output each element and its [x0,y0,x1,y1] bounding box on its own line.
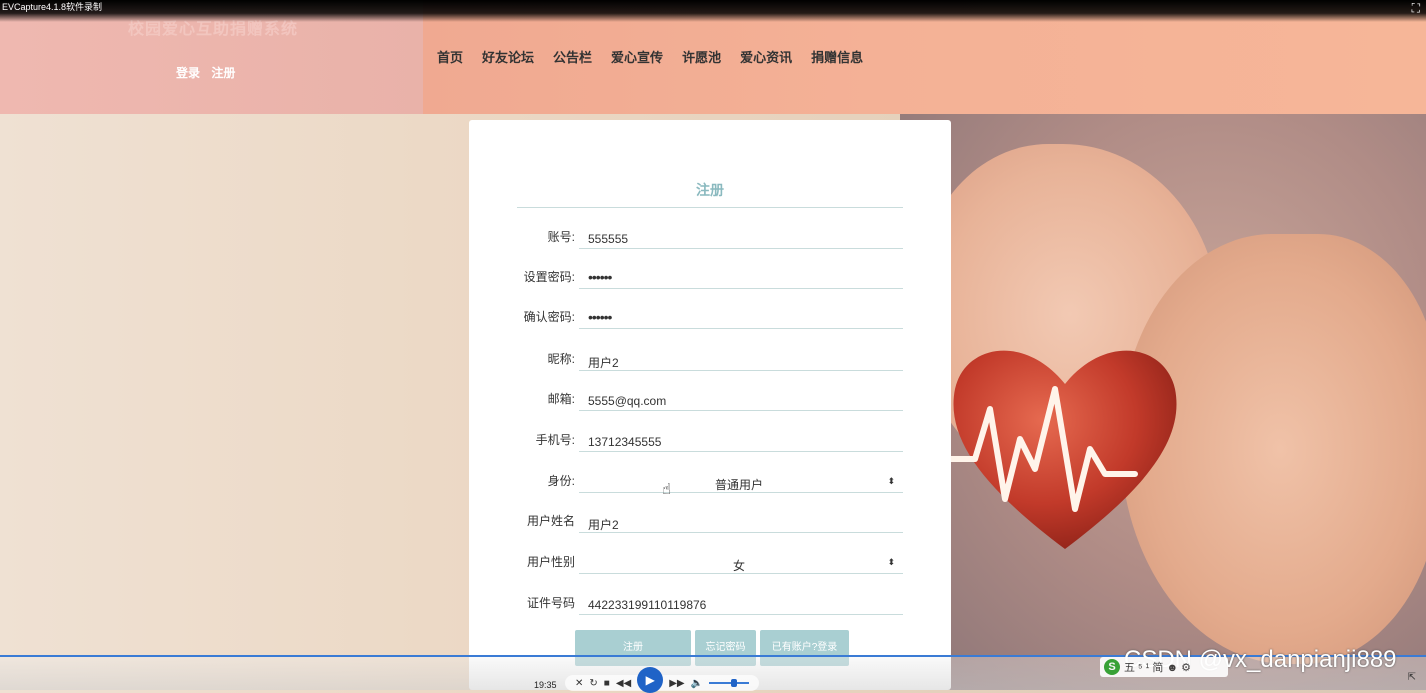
field-row-idnumber: 证件号码 442233199110119876 [507,586,903,626]
ime-toolbar[interactable]: S 五 ⁵ ¹ 简 ☻ ⚙ [1100,657,1228,677]
nav-item-news[interactable]: 爱心资讯 [740,47,792,66]
nickname-label: 昵称: [547,352,575,366]
confirm-password-value: •••••• [588,309,612,325]
main-nav: 首页 好友论坛 公告栏 爱心宣传 许愿池 爱心资讯 捐赠信息 [437,47,863,66]
phone-label: 手机号: [535,433,575,447]
field-row-confirm: 确认密码: •••••• [507,300,903,340]
repeat-icon[interactable]: ↻ [589,678,597,689]
identity-value: 普通用户 [714,478,763,492]
field-row-identity: 身份: 普通用户 ⬍ [507,464,903,504]
field-row-realname: 用户姓名 用户2 [507,504,903,544]
nickname-value: 用户2 [588,356,619,370]
volume-icon[interactable]: 🔈 [691,678,703,689]
nav-item-donations[interactable]: 捐赠信息 [811,47,863,66]
confirm-password-label: 确认密码: [523,310,575,324]
password-value: •••••• [588,269,612,285]
password-label: 设置密码: [523,270,575,284]
forward-icon[interactable]: ▶▶ [669,678,684,689]
login-link[interactable]: 登录 [176,66,200,80]
idnumber-label: 证件号码 [526,596,575,610]
nav-item-forum[interactable]: 好友论坛 [482,47,534,66]
form-title: 注册 [517,180,903,208]
gender-value: 女 [732,559,745,573]
field-row-phone: 手机号: 13712345555 [507,423,903,463]
nav-item-home[interactable]: 首页 [437,47,463,66]
player-controls: ✕ ↻ ■ ◀◀ ▶ ▶▶ 🔈 [565,667,760,693]
field-row-password: 设置密码: •••••• [507,260,903,300]
gender-label: 用户性别 [526,555,575,569]
confirm-password-input[interactable]: •••••• [579,300,903,329]
field-row-nickname: 昵称: 用户2 [507,342,903,382]
player-time: 19:35 [534,680,557,690]
password-input[interactable]: •••••• [579,260,903,289]
hand-cursor-icon: ☝ [662,481,672,498]
sogou-icon: S [1104,659,1120,675]
nav-item-promo[interactable]: 爱心宣传 [611,47,663,66]
nickname-input[interactable]: 用户2 [579,342,903,371]
select-caret-icon: ⬍ [887,557,895,567]
field-row-email: 邮箱: 5555@qq.com [507,382,903,422]
nav-item-wishes[interactable]: 许愿池 [682,47,721,66]
phone-value: 13712345555 [588,435,662,449]
account-value: 555555 [588,232,629,246]
idnumber-input[interactable]: 442233199110119876 [579,586,903,615]
phone-input[interactable]: 13712345555 [579,423,903,452]
realname-value: 用户2 [588,518,619,532]
heart-icon [942,329,1185,564]
hero-photo [900,114,1426,690]
volume-slider[interactable] [709,679,750,687]
email-input[interactable]: 5555@qq.com [579,382,903,411]
field-row-account: 账号: 555555 [507,220,903,260]
identity-select[interactable]: 普通用户 ⬍ [579,464,903,493]
nav-item-notice[interactable]: 公告栏 [553,47,592,66]
account-input[interactable]: 555555 [579,220,903,249]
resize-icon[interactable]: ⇱ [1408,672,1416,683]
stop-icon[interactable]: ■ [604,678,610,689]
recorder-title: EVCapture4.1.8软件录制 [2,2,103,12]
auth-links: 登录 注册 [176,64,243,81]
identity-label: 身份: [547,474,575,488]
fullscreen-icon[interactable]: ⛶ [1412,0,1420,19]
realname-input[interactable]: 用户2 [579,504,903,533]
realname-label: 用户姓名 [526,514,575,528]
select-caret-icon: ⬍ [887,476,895,486]
account-label: 账号: [547,230,575,244]
ime-status: 五 ⁵ ¹ 简 ☻ ⚙ [1124,662,1191,674]
register-card: 注册 账号: 555555 设置密码: •••••• 确认密码: •••••• … [469,120,951,690]
register-link[interactable]: 注册 [211,66,235,80]
play-icon[interactable]: ▶ [637,667,664,693]
email-label: 邮箱: [547,392,575,406]
field-row-gender: 用户性别 女 ⬍ [507,545,903,585]
shuffle-icon[interactable]: ✕ [575,678,583,689]
email-value: 5555@qq.com [588,394,667,408]
gender-select[interactable]: 女 ⬍ [579,545,903,574]
idnumber-value: 442233199110119876 [588,598,707,612]
recorder-title-bar: EVCapture4.1.8软件录制 ⛶ [0,0,1426,22]
rewind-icon[interactable]: ◀◀ [616,678,631,689]
